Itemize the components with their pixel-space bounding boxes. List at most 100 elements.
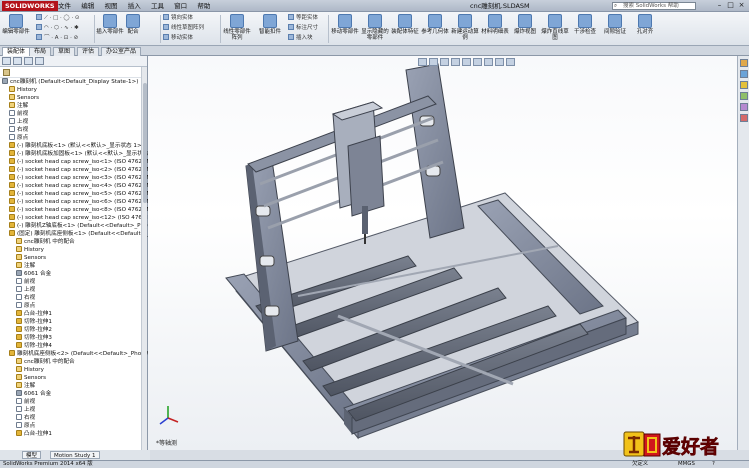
tree-item[interactable]: History bbox=[0, 86, 148, 94]
ribbon-button-show-hidden[interactable]: 显示隐藏的零部件 bbox=[360, 14, 390, 41]
view-palette-icon[interactable] bbox=[740, 92, 748, 100]
feature-tree-icon[interactable] bbox=[2, 57, 11, 65]
ribbon-linear-pattern[interactable]: 线性草图阵列 bbox=[163, 24, 204, 32]
tree-item[interactable]: 右视 bbox=[0, 414, 148, 422]
ribbon-button-interference[interactable]: 干涉检查 bbox=[570, 14, 600, 35]
tree-item[interactable]: (-) socket head cap screw_iso<3> (ISO 47… bbox=[0, 174, 148, 182]
ribbon-mirror-entities[interactable]: 镜向实体 bbox=[163, 14, 193, 22]
tree-item[interactable]: (固定) 雕刻机底座侧板<1> (Default<<Default>_P bbox=[0, 230, 148, 238]
ribbon-button-new-motion-study[interactable]: 新建运动算例 bbox=[450, 14, 480, 41]
ribbon-insert-block[interactable]: 插入块 bbox=[288, 34, 313, 42]
maximize-icon[interactable]: □ bbox=[725, 1, 736, 9]
tree-item[interactable]: 注解 bbox=[0, 102, 148, 110]
tree-item[interactable]: (-) socket head cap screw_iso<2> (ISO 47… bbox=[0, 166, 148, 174]
tree-item[interactable]: 上视 bbox=[0, 286, 148, 294]
tree-item[interactable]: History bbox=[0, 366, 148, 374]
tree-item[interactable]: (-) socket head cap screw_iso<1> (ISO 47… bbox=[0, 158, 148, 166]
tree-item[interactable]: (-) socket head cap screw_iso<8> (ISO 47… bbox=[0, 206, 148, 214]
tree-item[interactable]: 切除-拉伸4 bbox=[0, 342, 148, 350]
ribbon-button-explode-line[interactable]: 爆炸直线草图 bbox=[540, 14, 570, 41]
menu-edit[interactable]: 编辑 bbox=[81, 2, 94, 10]
tree-scrollbar[interactable] bbox=[141, 67, 147, 450]
sketch-tools-arc[interactable]: ◠ · ⬡ · ∿ · ✱ bbox=[36, 24, 79, 32]
tree-item[interactable]: Sensors bbox=[0, 254, 148, 262]
tree-item[interactable]: 前视 bbox=[0, 278, 148, 286]
resources-icon[interactable] bbox=[740, 59, 748, 67]
ribbon-button-reference-geometry[interactable]: 参考几何体 bbox=[420, 14, 450, 35]
graphics-viewport[interactable]: *等轴测 bbox=[148, 56, 737, 450]
zoom-fit-icon[interactable] bbox=[418, 58, 427, 66]
design-library-icon[interactable] bbox=[740, 70, 748, 78]
ribbon-button-hole-alignment[interactable]: 孔对齐 bbox=[630, 14, 660, 35]
tree-item[interactable]: 注解 bbox=[0, 262, 148, 270]
tree-item[interactable]: cnc雕刻机 中的配合 bbox=[0, 358, 148, 366]
ribbon-button-clearance[interactable]: 间隙验证 bbox=[600, 14, 630, 35]
help-icon[interactable]: ? bbox=[712, 461, 715, 468]
tree-item[interactable]: Sensors bbox=[0, 374, 148, 382]
tree-item[interactable]: 凸台-拉伸1 bbox=[0, 310, 148, 318]
tree-item[interactable]: 右视 bbox=[0, 126, 148, 134]
tree-item[interactable]: 右视 bbox=[0, 294, 148, 302]
tab-evaluate[interactable]: 评估 bbox=[77, 47, 100, 56]
tab-model[interactable]: 模型 bbox=[22, 451, 42, 459]
hide-show-icon[interactable] bbox=[484, 58, 493, 66]
ribbon-button-exploded-view[interactable]: 爆炸视图 bbox=[510, 14, 540, 35]
tree-item[interactable]: (-) 雕刻机Z轴底板<1> (Default<<Default>_Photo bbox=[0, 222, 148, 230]
menu-file[interactable]: 文件 bbox=[58, 2, 71, 10]
previous-view-icon[interactable] bbox=[440, 58, 449, 66]
appearances-icon[interactable] bbox=[740, 103, 748, 111]
section-view-icon[interactable] bbox=[451, 58, 460, 66]
appearance-icon[interactable] bbox=[495, 58, 504, 66]
cnc-router-model[interactable]: *等轴测 bbox=[148, 56, 737, 450]
display-style-icon[interactable] bbox=[473, 58, 482, 66]
menu-tools[interactable]: 工具 bbox=[151, 2, 164, 10]
tree-item[interactable]: 前视 bbox=[0, 398, 148, 406]
minimize-icon[interactable]: – bbox=[714, 1, 725, 9]
tree-item[interactable]: 6061 合金 bbox=[0, 270, 148, 278]
ribbon-button-linear-pattern[interactable]: 线性零部件阵列 bbox=[222, 14, 252, 41]
display-manager-icon[interactable] bbox=[35, 57, 44, 65]
tree-item[interactable]: 雕刻机底座侧板<2> (Default<<Default>_PhotoW bbox=[0, 350, 148, 358]
tree-item[interactable]: 原点 bbox=[0, 422, 148, 430]
sketch-tools-line[interactable]: ⟋ · □ · ◯ · ⊙ bbox=[36, 14, 80, 22]
tree-item[interactable]: 前视 bbox=[0, 110, 148, 118]
search-input[interactable]: ⌕ 搜索 SolidWorks 帮助 bbox=[612, 2, 696, 10]
menu-insert[interactable]: 插入 bbox=[128, 2, 141, 10]
tree-item[interactable]: 切除-拉伸2 bbox=[0, 326, 148, 334]
menu-help[interactable]: 帮助 bbox=[197, 2, 210, 10]
tree-item[interactable]: 6061 合金 bbox=[0, 390, 148, 398]
tree-item[interactable]: (-) socket head cap screw_iso<4> (ISO 47… bbox=[0, 182, 148, 190]
view-orientation-icon[interactable] bbox=[462, 58, 471, 66]
tree-item[interactable]: 切除-拉伸3 bbox=[0, 334, 148, 342]
solidworks-logo[interactable]: SOLIDWORKS bbox=[2, 1, 58, 11]
tree-item[interactable]: 上视 bbox=[0, 406, 148, 414]
file-explorer-icon[interactable] bbox=[740, 81, 748, 89]
ribbon-button-assembly-features[interactable]: 装配体特征 bbox=[390, 14, 420, 35]
tree-item[interactable]: 上视 bbox=[0, 118, 148, 126]
scene-icon[interactable] bbox=[506, 58, 515, 66]
status-units[interactable]: MMGS bbox=[678, 461, 695, 468]
tab-assembly[interactable]: 装配体 bbox=[2, 47, 31, 56]
sketch-tools-point[interactable]: ⌒ · A · ⊡ · ⊘ bbox=[36, 34, 78, 42]
zoom-area-icon[interactable] bbox=[429, 58, 438, 66]
ribbon-offset[interactable]: 等距实体 bbox=[288, 14, 318, 22]
menu-view[interactable]: 视图 bbox=[104, 2, 117, 10]
tree-item[interactable]: (-) 雕刻机底板<1> (默认<<默认>_显示状态 1>) bbox=[0, 142, 148, 150]
close-icon[interactable]: × bbox=[736, 1, 747, 9]
tree-item[interactable]: 凸台-拉伸1 bbox=[0, 430, 148, 438]
ribbon-button-bom[interactable]: 材料明细表 bbox=[480, 14, 510, 35]
ribbon-move-entities[interactable]: 移动实体 bbox=[163, 34, 193, 42]
tree-item[interactable]: 原点 bbox=[0, 302, 148, 310]
ribbon-button-smart-fasteners[interactable]: 智能扣件 bbox=[255, 14, 285, 35]
filter-icon[interactable] bbox=[3, 69, 10, 76]
tab-sketch[interactable]: 草图 bbox=[53, 47, 76, 56]
tree-item[interactable]: (-) socket head cap screw_iso<5> (ISO 47… bbox=[0, 190, 148, 198]
tree-item[interactable]: cnc雕刻机 中的配合 bbox=[0, 238, 148, 246]
tree-item[interactable]: 原点 bbox=[0, 134, 148, 142]
tree-item[interactable]: 切除-拉伸1 bbox=[0, 318, 148, 326]
ribbon-button-edit-component[interactable]: 编辑零部件 bbox=[1, 14, 31, 35]
tree-item[interactable]: Sensors bbox=[0, 94, 148, 102]
tree-item[interactable]: cnc雕刻机 (Default<Default_Display State-1>… bbox=[0, 78, 148, 86]
menu-window[interactable]: 窗口 bbox=[174, 2, 187, 10]
tree-item[interactable]: (-) 雕刻机底板加固板<1> (默认<<默认>_显示状态 bbox=[0, 150, 148, 158]
